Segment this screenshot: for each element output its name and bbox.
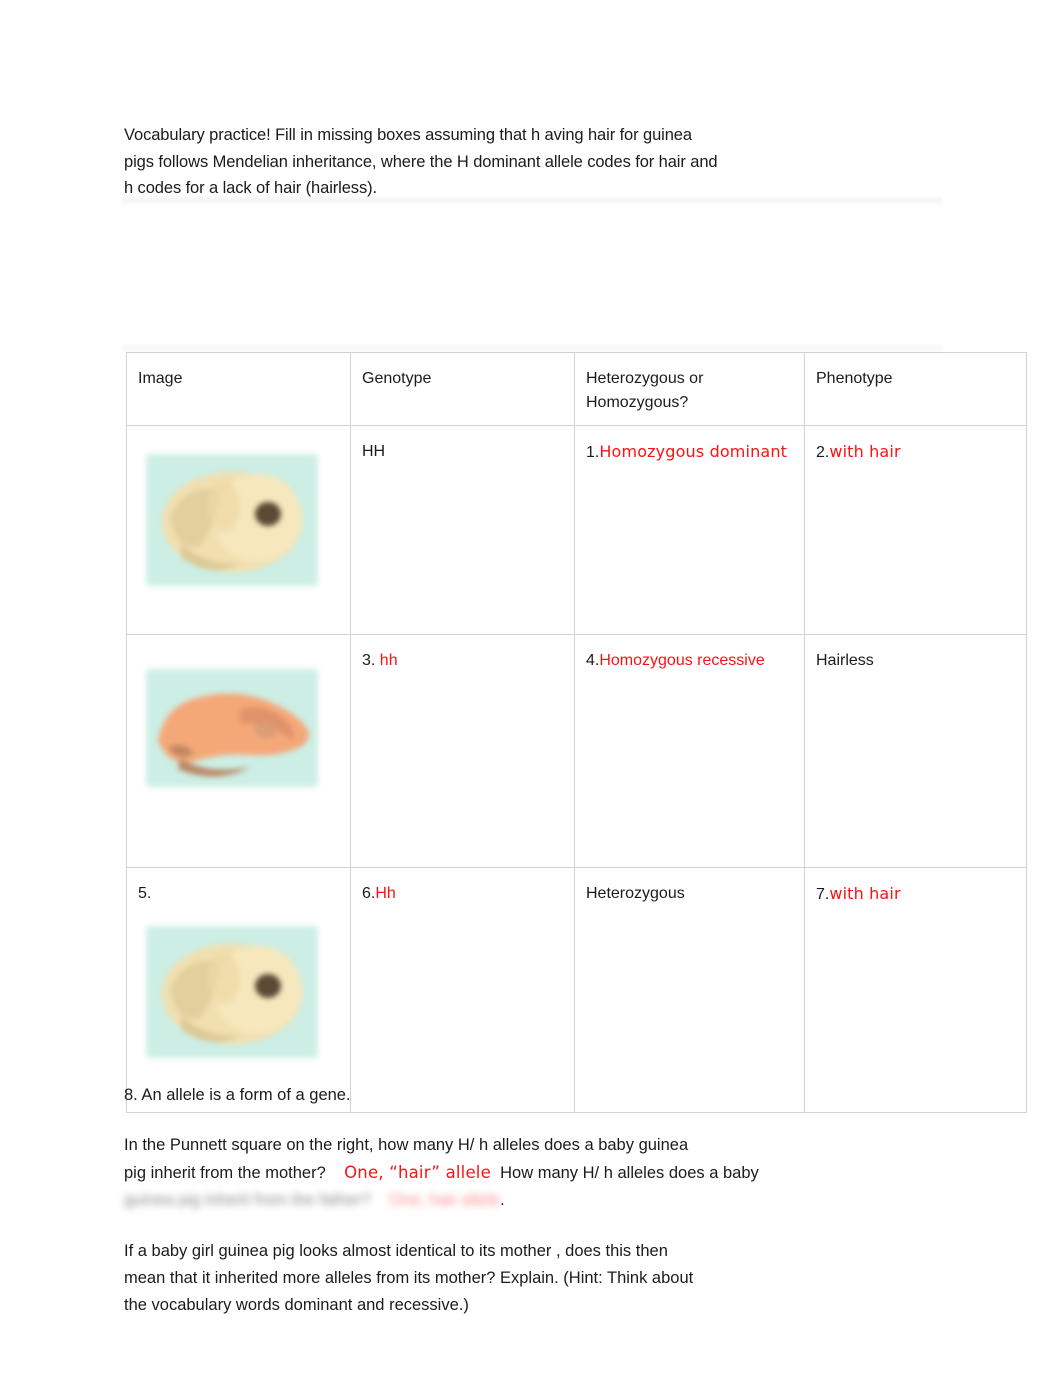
hairless-guinea-pig-icon (158, 693, 309, 777)
guinea-pig-image-1 (138, 446, 328, 596)
scan-artifact-band-table (122, 344, 942, 352)
intro-line-2: pigs follows Mendelian inheritance, wher… (124, 152, 718, 171)
haired-guinea-pig-icon (162, 944, 302, 1044)
question-9-line-2: pig inherit from the mother? One, “hair”… (124, 1159, 884, 1187)
genotype-answer-2: hh (379, 652, 398, 669)
worksheet-page: Vocabulary practice! Fill in missing box… (0, 0, 1062, 1377)
cell-genotype-2[interactable]: 3. hh (350, 634, 575, 868)
zygosity-answer-2: Homozygous recessive (599, 652, 765, 669)
question-9-line-1: In the Punnett square on the right, how … (124, 1136, 689, 1154)
question-9-redacted-prompt: guinea pig inherit from the father? (124, 1191, 371, 1209)
guinea-pig-image-3 (138, 912, 328, 1066)
zygosity-answer-1: Homozygous dominant (599, 442, 788, 461)
genotype-answer-3: Hh (375, 885, 396, 902)
question-8: 8. An allele is a form of a gene. (124, 1086, 351, 1104)
question-9-redacted-answer: One, hair allele (389, 1191, 501, 1209)
question-10-line-1: If a baby girl guinea pig looks almost i… (124, 1242, 668, 1260)
cell-zygosity-3[interactable]: Heterozygous (574, 867, 805, 1113)
table-row: 3. hh 4.Homozygous recessive Hairless (126, 634, 1027, 868)
phenotype-number-1: 2. (816, 444, 830, 461)
intro-line-1: Vocabulary practice! Fill in missing box… (124, 126, 692, 144)
cell-phenotype-2[interactable]: Hairless (804, 634, 1027, 868)
header-genotype: Genotype (350, 352, 575, 426)
cell-genotype-1[interactable]: HH (350, 425, 575, 635)
header-image: Image (126, 352, 351, 426)
question-9-line-3: guinea pig inherit from the father? One,… (124, 1187, 884, 1214)
phenotype-number-3: 7. (816, 886, 830, 903)
cell-phenotype-1[interactable]: 2.with hair (804, 425, 1027, 635)
zygosity-number-1: 1. (586, 444, 600, 461)
question-10: If a baby girl guinea pig looks almost i… (124, 1238, 864, 1319)
table-row: 5. 6.Hh Heterozygous 7.with hair (126, 867, 1027, 1113)
question-10-line-2: mean that it inherited more alleles from… (124, 1269, 694, 1287)
cell-image-3: 5. (126, 867, 351, 1113)
table-row: HH 1.Homozygous dominant 2.with hair (126, 425, 1027, 635)
scan-artifact-band-top (122, 196, 942, 205)
cell-zygosity-2[interactable]: 4.Homozygous recessive (574, 634, 805, 868)
cell-phenotype-3[interactable]: 7.with hair (804, 867, 1027, 1113)
question-9: In the Punnett square on the right, how … (124, 1132, 884, 1214)
cell-image-1 (126, 425, 351, 635)
cell-genotype-3[interactable]: 6.Hh (350, 867, 575, 1113)
phenotype-answer-3: with hair (829, 884, 901, 903)
table-header-row: Image Genotype Heterozygous or Homozygou… (126, 352, 1027, 426)
phenotype-value-2: Hairless (816, 652, 874, 669)
intro-paragraph: Vocabulary practice! Fill in missing box… (124, 122, 854, 202)
question-9-answer-mother: One, “hair” allele (344, 1163, 491, 1182)
image-number-3: 5. (138, 885, 152, 902)
phenotype-answer-1: with hair (829, 442, 901, 461)
zygosity-value-3: Heterozygous (586, 885, 685, 902)
question-9-period: . (500, 1191, 505, 1209)
header-zygosity: Heterozygous or Homozygous? (574, 352, 805, 426)
genotype-value-1: HH (362, 443, 386, 460)
cell-image-2 (126, 634, 351, 868)
question-9-prompt-mother: pig inherit from the mother? (124, 1164, 326, 1182)
question-9-prompt-father-lead: How many H/ h alleles does a baby (500, 1164, 759, 1182)
question-10-line-3: the vocabulary words dominant and recess… (124, 1296, 469, 1314)
genotype-number-2: 3. (362, 652, 376, 669)
guinea-pig-image-2 (138, 655, 328, 805)
haired-guinea-pig-icon (162, 472, 302, 572)
cell-zygosity-1[interactable]: 1.Homozygous dominant (574, 425, 805, 635)
zygosity-number-2: 4. (586, 652, 600, 669)
genotype-number-3: 6. (362, 885, 376, 902)
header-phenotype: Phenotype (804, 352, 1027, 426)
genetics-table: Image Genotype Heterozygous or Homozygou… (126, 352, 1027, 1113)
